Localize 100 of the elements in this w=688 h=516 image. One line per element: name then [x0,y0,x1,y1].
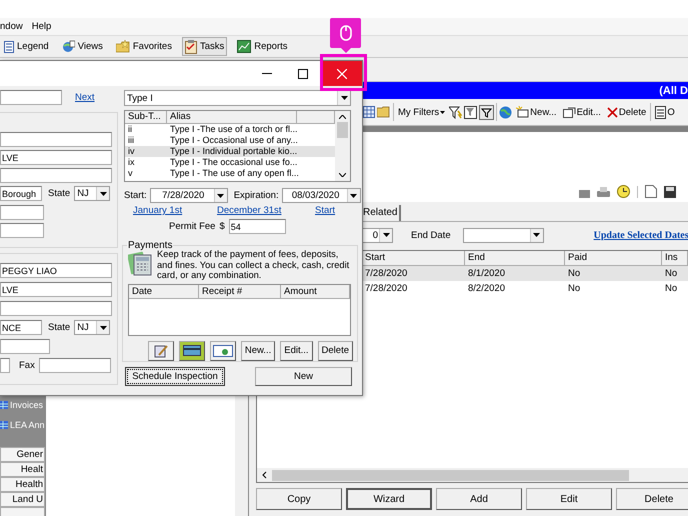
next-link[interactable]: Next [75,92,95,103]
column-header[interactable]: End [468,252,485,263]
highlight-frame [320,54,367,91]
action-button[interactable]: Edit [526,488,612,510]
card-button[interactable] [178,340,205,360]
toolbar-button[interactable]: Tasks [182,37,228,56]
date-link[interactable]: December 31st [217,205,282,216]
toolbar-button[interactable]: Reports [234,37,291,56]
toolbar-button[interactable]: Legend [1,37,52,56]
scrollbar-thumb[interactable] [272,470,629,480]
input-field[interactable] [0,358,10,373]
update-link[interactable]: Update Selected Dates [594,230,688,240]
check-button[interactable] [210,340,236,360]
list-cell-text: v [127,168,134,179]
column-header[interactable]: Ins [665,252,678,263]
options-button[interactable]: O [653,104,677,120]
input-field[interactable]: 54 [228,219,286,234]
tab[interactable]: Related [361,205,402,221]
caret-icon [100,326,107,330]
category-button[interactable]: Health [0,477,45,492]
input-field[interactable]: LVE [0,282,112,297]
list-row[interactable]: iv Type I - Individual portable kio... [125,146,335,157]
field-label: End Date [411,230,451,240]
action-button[interactable]: Copy [256,488,342,510]
table-cell-text: No [567,283,582,294]
scrollbar-thumb[interactable] [337,122,348,138]
input-field[interactable] [0,132,112,147]
state-dropdown[interactable]: NJ [74,320,110,335]
payment-icon [128,249,154,277]
filter-icon [464,106,478,118]
table-cell-text: 7/28/2020 [364,283,408,294]
input-field[interactable] [0,301,112,316]
column-header[interactable]: Receipt # [202,286,242,296]
input-field[interactable] [0,168,112,183]
category-button[interactable]: Gener [0,447,45,462]
input-field[interactable] [0,90,62,105]
table-cell-text: No [567,268,582,279]
list-cell-text: Type I - The occasional use fo... [169,157,298,168]
category-button[interactable]: Healt [0,462,45,477]
category-button[interactable]: Land U [0,492,45,507]
state-dropdown[interactable]: NJ [74,186,110,201]
new-button[interactable]: New [255,367,352,386]
notes-button[interactable] [148,340,174,360]
date-link[interactable]: Start [315,205,336,216]
list-cell-text: ii [127,124,133,135]
payment-button[interactable]: New... [240,340,276,360]
header-title: (All D [659,84,688,96]
action-button[interactable]: Add [436,488,522,510]
list-cell-text: iv [127,146,136,157]
input-field[interactable] [0,339,50,354]
table-cell-text: 8/2/2020 [467,283,506,294]
input-field[interactable] [0,205,44,220]
date-dropdown[interactable]: 08/03/2020 [282,188,361,203]
payment-button[interactable]: Edit... [280,340,313,360]
toolbar-button[interactable]: Favorites [112,37,175,56]
list-icon [655,106,666,118]
input-field[interactable]: LVE [0,150,112,165]
toolbar-button[interactable]: Views [58,37,106,56]
menu-item[interactable]: Help [32,21,52,32]
filters-dropdown[interactable]: My Filters [396,104,448,120]
clock-icon [617,185,630,198]
payment-button[interactable]: Delete [318,340,353,360]
column-header[interactable]: Paid [568,252,588,263]
list-cell-text: Type I -The use of a torch or fl... [169,124,299,135]
column-header[interactable]: Sub-T... [128,111,161,122]
list-row[interactable]: v Type I - The use of any open fl... [125,168,335,179]
column-header[interactable]: Alias [170,111,191,122]
mouse-icon [340,25,352,41]
list-row[interactable]: iii Type I - Occasional use of any... [125,135,335,146]
save-icon [664,186,676,198]
list-row[interactable]: ix Type I - The occasional use fo... [125,157,335,168]
type-dropdown[interactable]: Type I [124,90,351,106]
input-field[interactable]: Borough [0,186,42,201]
column-header[interactable]: Amount [284,286,317,296]
new-button[interactable]: New... [514,104,559,120]
date-dropdown[interactable] [462,228,544,242]
menu-item[interactable]: ndow [0,21,23,32]
list-cell-text: Type I - Occasional use of any... [169,135,299,146]
input-field[interactable]: NCE [0,320,42,335]
input-field[interactable] [0,223,44,238]
close-button[interactable] [321,61,362,86]
input-field[interactable]: PEGGY LIAO [0,263,112,278]
action-button[interactable]: Wizard [346,488,432,510]
caret-icon [350,194,358,198]
date-dropdown[interactable]: 7/28/2020 [150,188,228,203]
caret-icon [533,233,540,237]
table-cell-text: No [664,283,678,294]
table-cell-text: 8/1/2020 [467,268,506,279]
delete-button[interactable]: Delete [604,104,648,120]
globe-icon [499,106,512,118]
date-link[interactable]: January 1st [133,205,182,216]
action-button[interactable]: Delete [616,488,688,510]
column-header[interactable]: Start [365,252,386,263]
table-icon [0,421,8,429]
list-row[interactable]: ii Type I -The use of a torch or fl... [125,124,335,135]
edit-button[interactable]: Edit... [560,104,603,120]
input-field[interactable] [38,358,111,373]
schedule-button[interactable]: Schedule Inspection [125,367,225,386]
column-header[interactable]: Date [132,286,152,296]
check-icon [212,344,233,356]
